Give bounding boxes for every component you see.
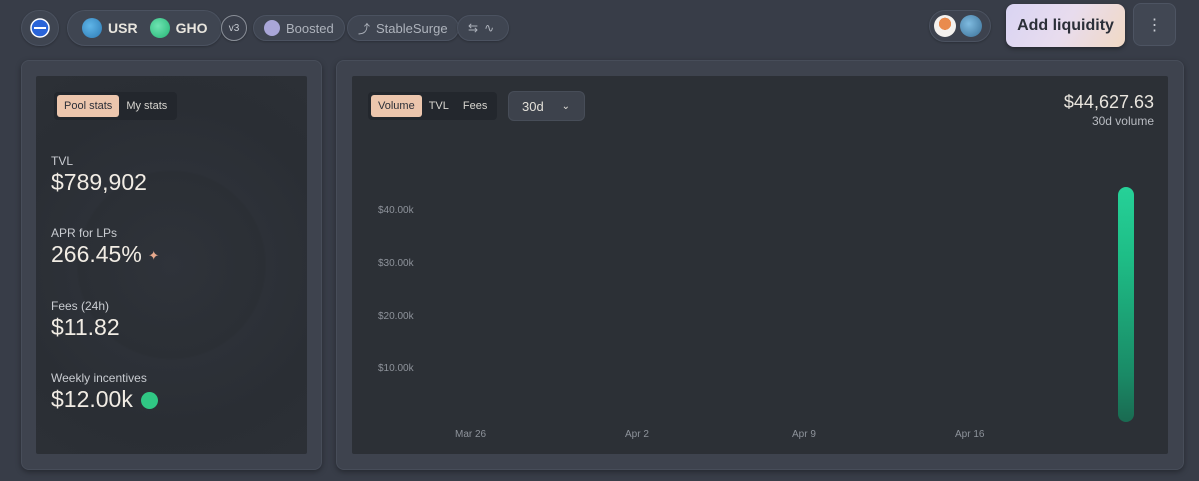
- tvl-label: TVL: [51, 154, 74, 168]
- tab-volume[interactable]: Volume: [371, 95, 422, 117]
- boosted-icon: [264, 20, 280, 36]
- x-tick-label: Mar 26: [455, 429, 487, 440]
- incentives-value: $12.00k: [51, 386, 159, 413]
- gho-token-icon: [141, 392, 159, 410]
- x-tick-label: Apr 16: [955, 429, 985, 440]
- stats-tab-group: Pool stats My stats: [54, 92, 178, 120]
- add-liquidity-button[interactable]: Add liquidity: [1006, 4, 1125, 47]
- apr-value: 266.45% ✦: [51, 241, 159, 268]
- sparkle-icon[interactable]: ✦: [148, 248, 159, 263]
- apr-value-text: 266.45%: [51, 241, 142, 267]
- waveform-icon: ∿: [484, 21, 495, 35]
- tab-pool-stats[interactable]: Pool stats: [57, 95, 120, 117]
- y-tick-label: $40.00k: [378, 205, 414, 216]
- tab-fees[interactable]: Fees: [456, 95, 494, 117]
- token-avatar-icon: [960, 15, 982, 37]
- gho-logo-icon: [149, 18, 170, 38]
- x-tick-label: Apr 2: [625, 429, 649, 440]
- y-tick-label: $20.00k: [378, 311, 414, 322]
- boosted-label: Boosted: [286, 20, 334, 36]
- chevron-down-icon: ⌄: [561, 100, 570, 112]
- x-tick-label: Apr 9: [792, 429, 816, 440]
- fees-label: Fees (24h): [51, 299, 110, 313]
- y-tick-label: $30.00k: [378, 258, 414, 269]
- boosted-tag[interactable]: Boosted: [253, 15, 345, 41]
- total-volume-label: 30d volume: [1091, 114, 1154, 128]
- pool-avatars[interactable]: [929, 10, 991, 42]
- pool-tokens[interactable]: USR GHO: [67, 10, 223, 46]
- chart-panel: [352, 76, 1168, 454]
- apr-label: APR for LPs: [51, 226, 118, 240]
- surge-icon: ⤴: [358, 21, 371, 36]
- stablesurge-label: StableSurge: [376, 20, 448, 36]
- ethereum-icon: [30, 18, 50, 38]
- pool-type-tag[interactable]: ⇆ ∿: [457, 15, 509, 41]
- fees-value: $11.82: [51, 314, 120, 340]
- version-label: v3: [228, 22, 240, 34]
- usr-logo-icon: [82, 18, 102, 38]
- tab-my-stats[interactable]: My stats: [119, 95, 174, 117]
- stablesurge-tag[interactable]: ⤴ StableSurge: [347, 15, 459, 41]
- tab-tvl[interactable]: TVL: [422, 95, 456, 117]
- swap-arrows-icon: ⇆: [468, 21, 479, 35]
- chart-tab-group: Volume TVL Fees: [368, 92, 498, 120]
- tvl-value: $789,902: [51, 169, 147, 195]
- token-usr[interactable]: USR: [76, 18, 144, 38]
- version-badge: v3: [221, 15, 247, 41]
- incentives-value-text: $12.00k: [51, 386, 133, 412]
- volume-bar[interactable]: [1118, 187, 1134, 422]
- total-volume-value: $44,627.63: [1063, 92, 1154, 112]
- more-options-button[interactable]: ⋮: [1133, 3, 1176, 46]
- period-value: 30d: [522, 98, 544, 114]
- token-symbol: GHO: [175, 20, 208, 36]
- incentives-label: Weekly incentives: [51, 371, 147, 385]
- owner-avatar-icon: [934, 15, 956, 37]
- y-tick-label: $10.00k: [378, 363, 414, 374]
- token-symbol: USR: [108, 20, 138, 36]
- period-select[interactable]: 30d ⌄: [508, 91, 585, 121]
- more-vertical-icon: ⋮: [1146, 16, 1163, 34]
- token-gho[interactable]: GHO: [144, 18, 214, 38]
- network-button[interactable]: [21, 10, 59, 46]
